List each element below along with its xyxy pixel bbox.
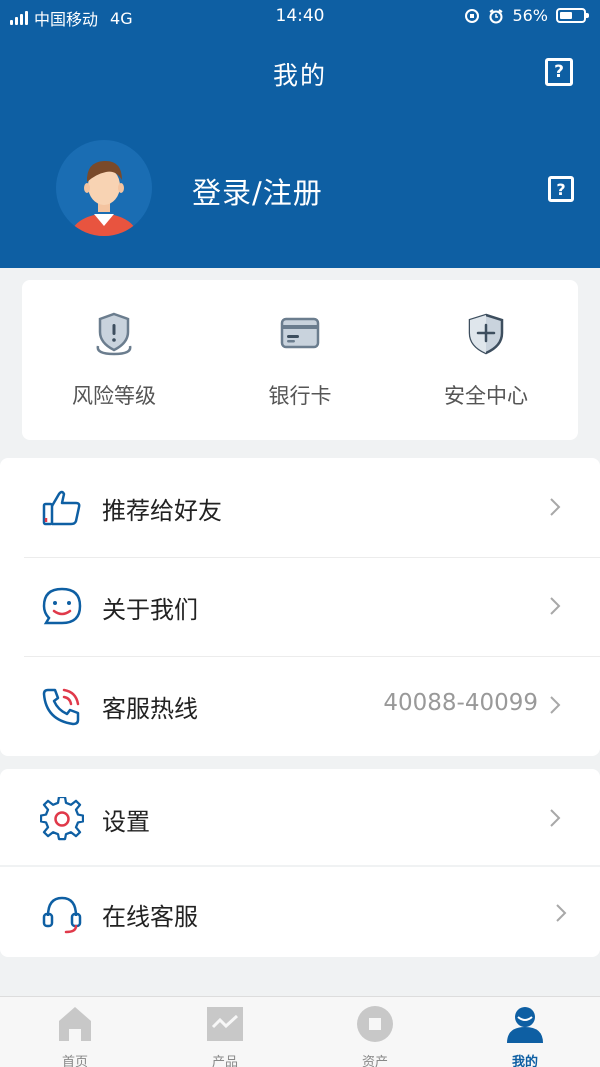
- bottom-tab-bar: 首页 产品 资产 我的: [0, 996, 600, 1067]
- home-icon: [59, 1007, 91, 1041]
- quick-actions-card: 风险等级 银行卡 安全中心: [22, 280, 578, 440]
- profile-header: 中国移动 4G 14:40 56% 我的 ? 登录/注册 ?: [0, 0, 600, 268]
- headset-icon: [42, 896, 82, 934]
- settings-row[interactable]: 设置: [0, 769, 600, 868]
- chevron-right-icon: [556, 904, 567, 922]
- tab-mine[interactable]: 我的: [450, 1005, 600, 1067]
- menu-group-secondary: 设置 在线客服: [0, 769, 600, 957]
- hotline-number: 40088-40099: [383, 690, 538, 716]
- security-center-button[interactable]: 安全中心: [396, 310, 576, 410]
- tab-label: 我的: [511, 1055, 538, 1067]
- menu-label: 客服热线: [102, 695, 198, 723]
- rotation-lock-icon: [465, 8, 480, 23]
- shield-alert-icon: [96, 312, 132, 356]
- about-us-row[interactable]: 关于我们: [0, 557, 600, 656]
- user-icon: [507, 1007, 543, 1043]
- battery-icon: [556, 8, 589, 23]
- online-service-row[interactable]: 在线客服: [0, 864, 600, 963]
- shield-plus-icon: [468, 313, 504, 355]
- battery-percent: 56%: [512, 6, 548, 25]
- gear-icon: [40, 797, 84, 841]
- page-title: 我的: [272, 61, 327, 90]
- menu-label: 推荐给好友: [102, 497, 222, 525]
- tab-label: 资产: [361, 1055, 388, 1067]
- question-mark-icon[interactable]: ?: [545, 58, 573, 86]
- service-hotline-row[interactable]: 客服热线 40088-40099: [0, 656, 600, 755]
- user-avatar-icon[interactable]: [56, 140, 152, 236]
- tab-label: 首页: [61, 1055, 88, 1067]
- tab-products[interactable]: 产品: [150, 1005, 300, 1067]
- risk-level-button[interactable]: 风险等级: [24, 310, 204, 410]
- menu-label: 关于我们: [102, 596, 198, 624]
- chart-icon: [207, 1007, 243, 1041]
- bank-card-button[interactable]: 银行卡: [210, 310, 390, 410]
- chevron-right-icon: [550, 498, 561, 516]
- phone-call-icon: [42, 688, 80, 726]
- tab-assets[interactable]: 资产: [300, 1005, 450, 1067]
- quick-action-label: 银行卡: [268, 384, 332, 408]
- login-register-link[interactable]: 登录/注册: [192, 170, 323, 212]
- smile-chat-icon: [42, 587, 82, 625]
- quick-action-label: 风险等级: [72, 384, 156, 408]
- coin-icon: [357, 1006, 393, 1042]
- menu-group-primary: 推荐给好友 关于我们 客服热线 40088-40099: [0, 458, 600, 756]
- status-bar: 中国移动 4G 14:40 56%: [0, 0, 600, 32]
- tab-label: 产品: [211, 1055, 238, 1067]
- recommend-friend-row[interactable]: 推荐给好友: [0, 458, 600, 557]
- credit-card-icon: [280, 317, 320, 349]
- thumbs-up-icon: [42, 490, 81, 526]
- status-right: 56%: [464, 6, 589, 25]
- chevron-right-icon: [550, 597, 561, 615]
- menu-label: 在线客服: [102, 903, 198, 931]
- quick-action-label: 安全中心: [444, 384, 528, 408]
- chevron-right-icon: [550, 696, 561, 714]
- chevron-right-icon: [550, 809, 561, 827]
- alarm-icon: [489, 8, 503, 23]
- menu-label: 设置: [102, 808, 150, 836]
- tab-home[interactable]: 首页: [0, 1005, 150, 1067]
- question-mark-icon[interactable]: ?: [548, 176, 574, 202]
